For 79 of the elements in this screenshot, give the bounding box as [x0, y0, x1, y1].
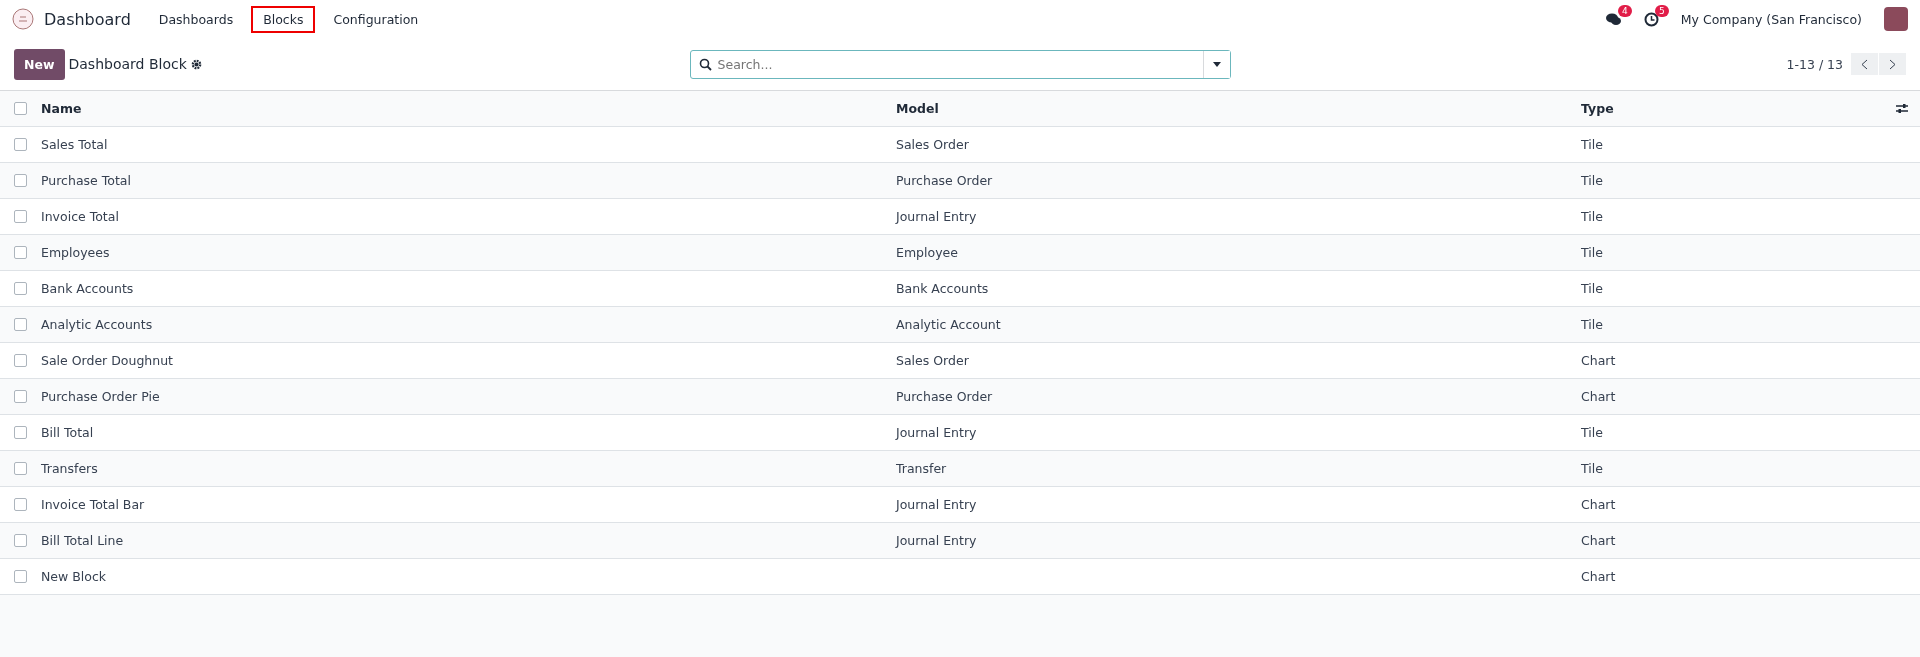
table-cell-text: Employees [41, 245, 111, 260]
table-cell-text: Purchase Order [896, 173, 994, 188]
gear-icon[interactable] [190, 58, 202, 70]
table-cell-text: Journal Entry [896, 209, 978, 224]
search-bar[interactable]: Search... [689, 49, 1231, 79]
table-cell-text: Tile [1581, 137, 1604, 152]
row-checkbox[interactable] [14, 534, 27, 547]
table-cell-text: Transfer [896, 461, 948, 476]
table-cell-text: Transfers [41, 461, 99, 476]
row-checkbox[interactable] [14, 282, 27, 295]
table-cell-text: Bank Accounts [896, 281, 990, 296]
row-checkbox[interactable] [14, 246, 27, 259]
row-checkbox[interactable] [14, 390, 27, 403]
chevron-left-icon [1861, 58, 1868, 70]
table-cell-text: Bill Total Line [41, 533, 125, 548]
table-cell-text: Analytic Account [896, 317, 1002, 332]
table-cell-text: New Block [41, 569, 108, 584]
search-options-toggle[interactable] [1202, 50, 1230, 78]
row-checkbox[interactable] [14, 174, 27, 187]
table-cell-text: Tile [1581, 317, 1604, 332]
row-checkbox[interactable] [14, 210, 27, 223]
column-header[interactable]: Model [896, 101, 1581, 116]
table-cell-text: Chart [1581, 353, 1617, 368]
column-header[interactable]: Name [41, 101, 896, 116]
row-checkbox[interactable] [14, 462, 27, 475]
table-cell-text: Bank Accounts [41, 281, 135, 296]
table-cell-text: Employee [896, 245, 959, 260]
table-cell-text: Tile [1581, 425, 1604, 440]
table-cell-text: Sale Order Doughnut [41, 353, 175, 368]
table-cell-text: Chart [1581, 569, 1617, 584]
row-checkbox[interactable] [14, 354, 27, 367]
table-cell-text: Invoice Total [41, 209, 120, 224]
app-name[interactable]: Dashboard [44, 9, 131, 29]
table-cell-text: Tile [1581, 173, 1604, 188]
table-cell-text: Sales Order [896, 353, 970, 368]
clock-icon[interactable] [1643, 11, 1659, 27]
chat-icon[interactable] [1604, 11, 1622, 27]
table-cell-text: Sales Order [896, 137, 970, 152]
sliders-icon[interactable] [1896, 103, 1908, 114]
notification-badge: 4 [1618, 4, 1632, 17]
table-cell-text: Purchase Order [896, 389, 994, 404]
select-all-checkbox[interactable] [14, 102, 27, 115]
table-cell-text: Bill Total [41, 425, 95, 440]
page-title: Dashboard Block [68, 56, 187, 72]
table-cell-text: Purchase Order Pie [41, 389, 161, 404]
table-cell-text: Sales Total [41, 137, 109, 152]
table-cell-text: Purchase Total [41, 173, 132, 188]
table-cell-text: Tile [1581, 209, 1604, 224]
row-checkbox[interactable] [14, 426, 27, 439]
row-checkbox[interactable] [14, 498, 27, 511]
table-cell-text: Tile [1581, 245, 1604, 260]
pager-value[interactable]: 1-13 / 13 [1786, 56, 1843, 72]
menu-item[interactable]: Dashboards [146, 5, 246, 33]
new-button[interactable]: New [14, 48, 65, 80]
table-cell-text: Invoice Total Bar [41, 497, 146, 512]
next-button[interactable] [1879, 53, 1906, 75]
chevron-right-icon [1889, 58, 1896, 70]
table-cell-text: Chart [1581, 389, 1617, 404]
table-cell-text: Analytic Accounts [41, 317, 154, 332]
company-name[interactable]: My Company (San Francisco) [1680, 11, 1862, 27]
table-cell-text: Tile [1581, 281, 1604, 296]
table-cell-text: Journal Entry [896, 497, 978, 512]
table-cell-text: Chart [1581, 533, 1617, 548]
table-cell-text: Chart [1581, 497, 1617, 512]
menu-item[interactable]: Blocks [251, 5, 316, 33]
table-cell-text: Journal Entry [896, 533, 978, 548]
search-icon [698, 57, 712, 71]
previous-button[interactable] [1851, 53, 1878, 75]
user-avatar[interactable] [1884, 7, 1908, 31]
notification-badge: 5 [1655, 4, 1669, 17]
table-cell-text: Journal Entry [896, 425, 978, 440]
menu-item[interactable]: Configuration [321, 5, 431, 33]
row-checkbox[interactable] [14, 570, 27, 583]
caret-icon [1212, 61, 1221, 67]
app-logo-icon [12, 8, 34, 30]
table-cell-text: Tile [1581, 461, 1604, 476]
column-header[interactable]: Type [1581, 101, 1890, 116]
row-checkbox[interactable] [14, 138, 27, 151]
row-checkbox[interactable] [14, 318, 27, 331]
